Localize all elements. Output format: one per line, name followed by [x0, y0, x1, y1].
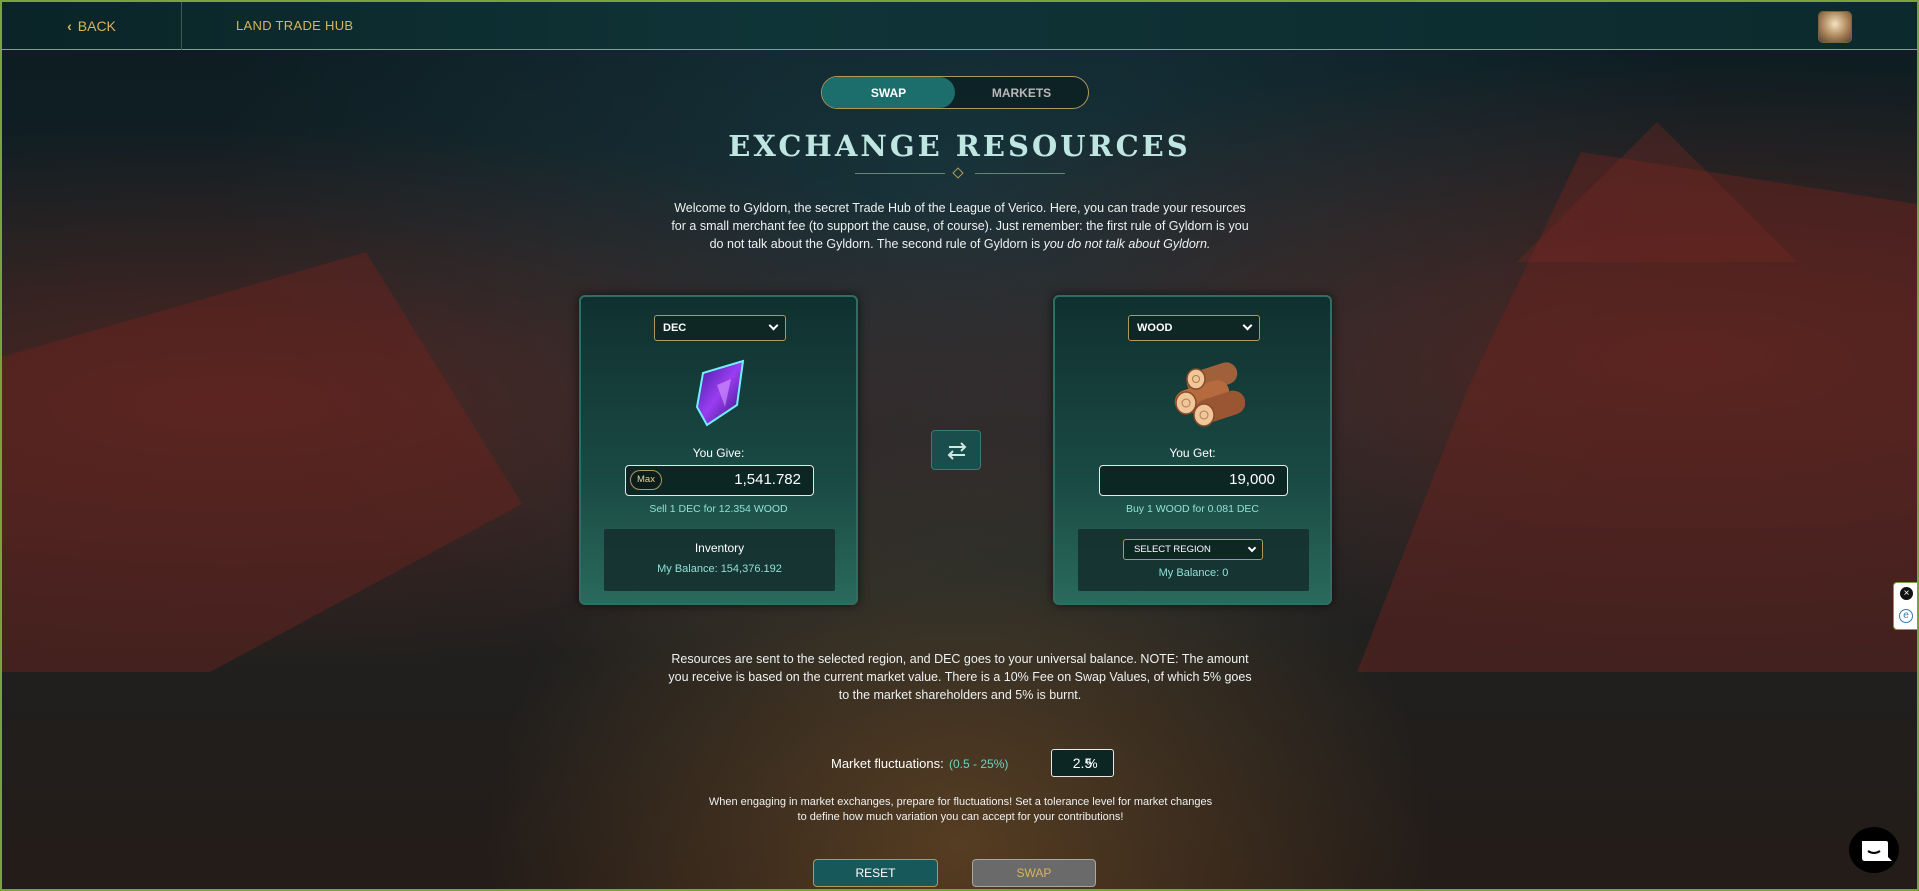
max-button[interactable]: Max	[630, 470, 662, 490]
tab-swap[interactable]: SWAP	[822, 77, 955, 108]
intro-italic: you do not talk about Gyldorn.	[1043, 237, 1211, 251]
give-amount-input[interactable]: Max 1,541.782	[625, 465, 814, 496]
extension-icon[interactable]: e	[1899, 609, 1913, 623]
get-amount-input[interactable]: 19,000	[1099, 465, 1288, 496]
wood-logs-icon	[1174, 362, 1245, 427]
you-give-label: You Give:	[692, 446, 745, 460]
close-icon[interactable]: ×	[1900, 587, 1913, 600]
page-header-title: LAND TRADE HUB	[236, 18, 354, 33]
dec-crystal-icon	[695, 359, 745, 427]
get-token-select[interactable]: WOOD	[1128, 315, 1260, 341]
side-widget: × e	[1893, 582, 1917, 630]
give-card: DEC You Give: Max 1,541.782 Sell 1 DEC f…	[579, 295, 858, 605]
region-select-value: SELECT REGION	[1134, 544, 1211, 555]
region-select[interactable]: SELECT REGION	[1123, 539, 1263, 560]
buy-rate: Buy 1 WOOD for 0.081 DEC	[1125, 503, 1260, 515]
give-balance: My Balance: 154,376.192	[657, 563, 782, 575]
back-button[interactable]: ‹ BACK	[2, 1, 182, 50]
back-label: BACK	[77, 17, 116, 34]
fluct-range: (0.5 - 25%)	[949, 757, 1009, 771]
inventory-title: Inventory	[694, 541, 745, 555]
fluct-label: Market fluctuations:	[831, 756, 944, 771]
give-token-select[interactable]: DEC	[654, 315, 786, 341]
reset-button[interactable]: RESET	[813, 859, 938, 887]
region-box: SELECT REGION My Balance: 0	[1078, 529, 1309, 591]
chevron-down-icon	[1242, 320, 1253, 331]
chat-button[interactable]	[1849, 827, 1899, 873]
chevron-left-icon: ‹	[67, 17, 72, 34]
fee-note: Resources are sent to the selected regio…	[668, 652, 1252, 702]
fluct-unit: %	[1086, 756, 1098, 771]
fluct-input[interactable]: 2.5	[1051, 749, 1114, 777]
mode-tabs: SWAP MARKETS	[821, 76, 1089, 109]
fluct-hint: When engaging in market exchanges, prepa…	[708, 796, 1213, 823]
avatar[interactable]	[1819, 12, 1851, 42]
get-token-value: WOOD	[1137, 322, 1173, 334]
title-ornament	[855, 167, 1065, 179]
top-bar: ‹ BACK LAND TRADE HUB	[2, 1, 1917, 50]
give-token-value: DEC	[663, 322, 687, 334]
intro-text: Welcome to Gyldorn, the secret Trade Hub…	[666, 199, 1254, 253]
background-tent	[2, 252, 522, 672]
chevron-down-icon	[768, 320, 779, 331]
swap-direction-button[interactable]	[931, 430, 981, 470]
market-fluctuations-row: Market fluctuations: (0.5 - 25%) 2.5 %	[0, 749, 1919, 779]
tab-markets[interactable]: MARKETS	[955, 77, 1088, 108]
chevron-down-icon	[1247, 543, 1257, 553]
get-amount-value: 19,000	[1229, 471, 1275, 488]
get-balance: My Balance: 0	[1158, 567, 1229, 579]
get-card: WOOD You Get: 19,000 Buy 1 WOOD for 0.08…	[1053, 295, 1332, 605]
chat-icon	[1862, 841, 1892, 861]
you-get-label: You Get:	[1169, 446, 1216, 460]
swap-arrows-icon	[947, 442, 967, 460]
page-title: EXCHANGE RESOURCES	[728, 129, 1191, 163]
give-amount-value: 1,541.782	[734, 471, 801, 488]
inventory-box: Inventory My Balance: 154,376.192	[604, 529, 835, 591]
sell-rate: Sell 1 DEC for 12.354 WOOD	[649, 503, 788, 515]
swap-button[interactable]: SWAP	[972, 859, 1096, 887]
